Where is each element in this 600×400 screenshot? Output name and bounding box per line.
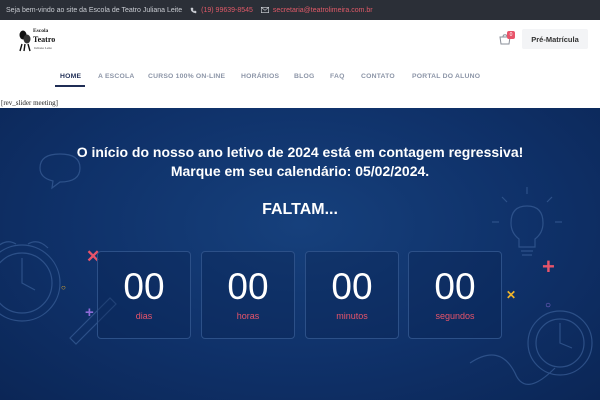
countdown-seconds-value: 00 [434,266,476,307]
email-link[interactable]: secretaria@teatrolimeira.com.br [260,6,373,14]
countdown-minutes-label: minutos [336,311,368,321]
countdown-days-value: 00 [123,266,165,307]
nav-item-blog[interactable]: BLOG [294,73,314,80]
phone-number: (19) 99639-8545 [201,6,253,14]
nav-item-portal-do-aluno[interactable]: PORTAL DO ALUNO [412,73,480,80]
countdown-minutes-value: 00 [331,266,373,307]
pre-matricula-button[interactable]: Pré-Matrícula [522,29,588,49]
countdown-box-minutes: 00 minutos [305,251,399,339]
circle-decoration-yellow: ○ [61,283,66,292]
school-logo[interactable]: Escola Teatro Juliana Leite [19,27,63,59]
nav-item-home[interactable]: HOME [60,73,81,80]
site-header: Escola Teatro Juliana Leite 0 Pré-Matríc… [0,20,600,66]
email-address: secretaria@teatrolimeira.com.br [272,6,373,14]
countdown-seconds-label: segundos [435,311,475,321]
main-nav: HOME A ESCOLA CURSO 100% ON-LINE HORÁRIO… [0,66,600,90]
countdown-box-seconds: 00 segundos [408,251,502,339]
logo-line-3: Juliana Leite [34,46,52,50]
envelope-icon [260,7,269,13]
countdown-days-label: dias [135,311,153,321]
countdown-hero: O início do nosso ano letivo de 2024 est… [0,108,600,400]
countdown-box-hours: 00 horas [201,251,295,339]
plus-decoration-purple: + [85,304,94,321]
phone-icon [190,7,197,14]
nav-item-faq[interactable]: FAQ [330,73,345,80]
nav-item-a-escola[interactable]: A ESCOLA [98,73,134,80]
slider-shortcode-text: [rev_slider meeting] [1,99,58,107]
cart-button[interactable]: 0 [499,31,515,47]
nav-item-contato[interactable]: CONTATO [361,73,395,80]
logo-line-2: Teatro [33,35,56,44]
welcome-text: Seja bem-vindo ao site da Escola de Teat… [6,6,183,14]
plus-decoration-pink: + [542,254,555,279]
nav-item-curso-online[interactable]: CURSO 100% ON-LINE [148,73,225,80]
top-bar: Seja bem-vindo ao site da Escola de Teat… [0,0,600,20]
countdown-hours-value: 00 [227,266,269,307]
circle-decoration-purple: ○ [545,300,552,311]
phone-link[interactable]: (19) 99639-8545 [190,7,253,14]
theater-masks-icon [19,30,31,52]
faltam-heading: FALTAM... [262,201,338,218]
logo-line-1: Escola [33,28,49,34]
x-mark-decoration-yellow: ✕ [506,288,517,302]
nav-item-horarios[interactable]: HORÁRIOS [241,73,279,80]
cart-count-badge: 0 [507,31,515,39]
countdown-headline: O início do nosso ano letivo de 2024 est… [76,144,524,179]
nav-active-underline [55,85,85,87]
countdown-box-days: 00 dias [97,251,191,339]
countdown-hours-label: horas [236,311,260,321]
